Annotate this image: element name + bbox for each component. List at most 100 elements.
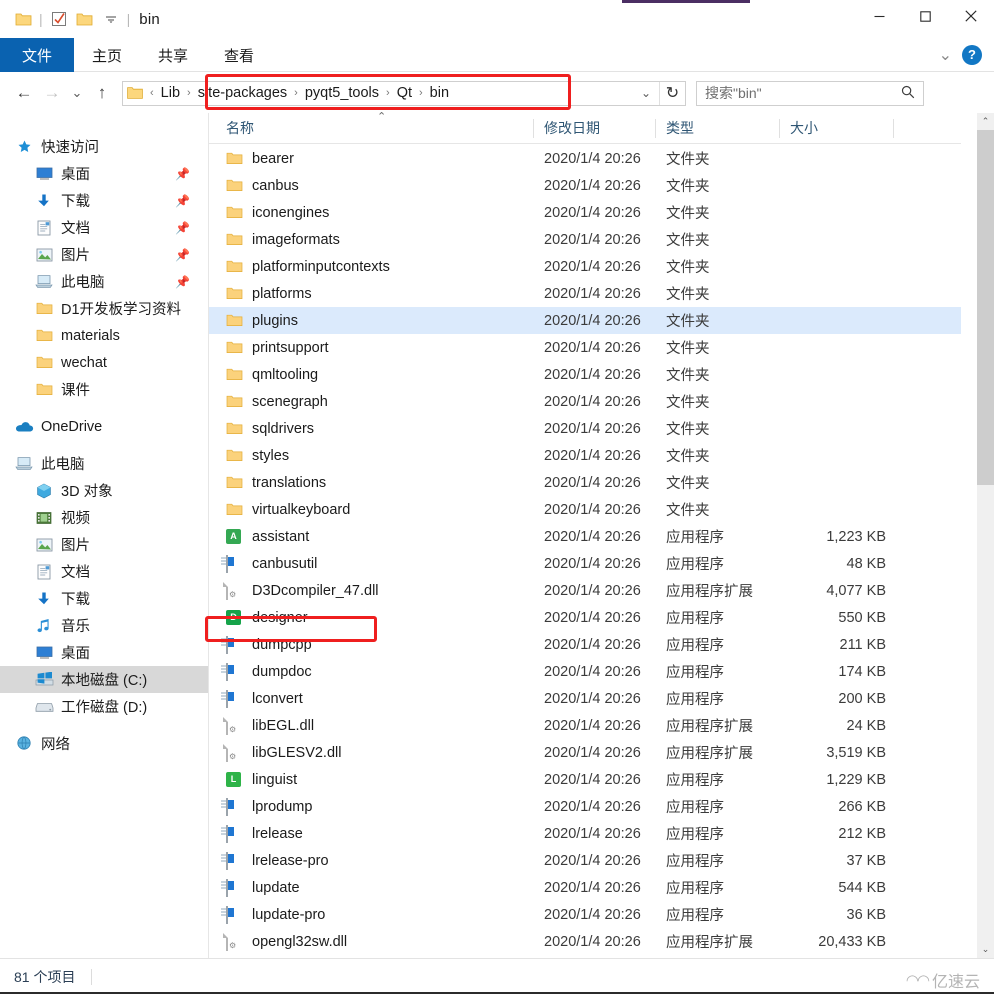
file-name-cell[interactable]: Llinguist [209, 771, 534, 788]
file-name-cell[interactable]: sqldrivers [209, 421, 534, 437]
file-name-cell[interactable]: dumpcpp [209, 635, 534, 654]
table-row[interactable]: lrelease-pro 2020/1/4 20:26 应用程序 37 KB [209, 847, 961, 874]
table-row[interactable]: scenegraph 2020/1/4 20:26 文件夹 [209, 388, 961, 415]
breadcrumb-separator[interactable]: › [382, 87, 394, 99]
sidebar-item-3[interactable]: 文档 📌 [0, 214, 208, 241]
table-row[interactable]: qmltooling 2020/1/4 20:26 文件夹 [209, 361, 961, 388]
table-row[interactable]: canbus 2020/1/4 20:26 文件夹 [209, 172, 961, 199]
file-name-cell[interactable]: Ddesigner [209, 609, 534, 626]
pin-icon[interactable]: 📌 [175, 167, 190, 181]
column-header-name[interactable]: 名称 ⌃ [209, 111, 534, 144]
table-row[interactable]: styles 2020/1/4 20:26 文件夹 [209, 442, 961, 469]
customize-dropdown-icon[interactable] [98, 6, 124, 32]
breadcrumb-item-qt[interactable]: Qt [394, 85, 415, 101]
column-header-size[interactable]: 大小 [780, 113, 894, 144]
pin-icon[interactable]: 📌 [175, 248, 190, 262]
file-name-cell[interactable]: translations [209, 475, 534, 491]
scroll-up-button[interactable]: ⌃ [977, 113, 994, 130]
file-name-cell[interactable]: bearer [209, 151, 534, 167]
table-row[interactable]: iconengines 2020/1/4 20:26 文件夹 [209, 199, 961, 226]
table-row[interactable]: opengl32sw.dll 2020/1/4 20:26 应用程序扩展 20,433… [209, 928, 961, 955]
folder-icon[interactable] [10, 6, 36, 32]
table-row[interactable]: sqldrivers 2020/1/4 20:26 文件夹 [209, 415, 961, 442]
scrollbar-thumb[interactable] [977, 130, 994, 485]
sidebar-item-8[interactable]: wechat [0, 349, 208, 376]
file-name-cell[interactable]: canbus [209, 178, 534, 194]
breadcrumb-item-bin[interactable]: bin [427, 85, 452, 101]
table-row[interactable]: lconvert 2020/1/4 20:26 应用程序 200 KB [209, 685, 961, 712]
table-row[interactable]: canbusutil 2020/1/4 20:26 应用程序 48 KB [209, 550, 961, 577]
table-row[interactable]: platforms 2020/1/4 20:26 文件夹 [209, 280, 961, 307]
magnifier-icon[interactable] [901, 85, 915, 102]
search-input[interactable]: 搜索"bin" [705, 83, 762, 103]
file-name-cell[interactable]: lupdate-pro [209, 905, 534, 924]
up-button[interactable]: ↑ [88, 79, 116, 107]
breadcrumb[interactable]: ‹ Lib › site-packages › pyqt5_tools › Qt… [122, 80, 686, 106]
sidebar-item-6[interactable]: D1开发板学习资料 [0, 295, 208, 322]
minimize-icon[interactable] [856, 0, 902, 32]
file-name-cell[interactable]: lrelease-pro [209, 851, 534, 870]
sidebar-item-7[interactable]: materials [0, 322, 208, 349]
table-row[interactable]: lupdate 2020/1/4 20:26 应用程序 544 KB [209, 874, 961, 901]
table-row[interactable]: Ddesigner 2020/1/4 20:26 应用程序 550 KB [209, 604, 961, 631]
sidebar-item-15[interactable]: 文档 [0, 558, 208, 585]
sidebar-item-16[interactable]: 下载 [0, 585, 208, 612]
table-row[interactable]: libGLESV2.dll 2020/1/4 20:26 应用程序扩展 3,519 K… [209, 739, 961, 766]
sidebar-item-10[interactable]: OneDrive [0, 413, 208, 440]
file-name-cell[interactable]: libGLESV2.dll [209, 743, 534, 762]
sidebar-item-9[interactable]: 课件 [0, 376, 208, 403]
address-dropdown-icon[interactable]: ⌄ [633, 86, 659, 100]
properties-checkbox-icon[interactable] [46, 6, 72, 32]
table-row[interactable]: Aassistant 2020/1/4 20:26 应用程序 1,223 KB [209, 523, 961, 550]
sidebar-item-4[interactable]: 图片 📌 [0, 241, 208, 268]
tab-view[interactable]: 查看 [206, 38, 272, 72]
table-row[interactable]: dumpcpp 2020/1/4 20:26 应用程序 211 KB [209, 631, 961, 658]
sidebar-item-13[interactable]: 视频 [0, 504, 208, 531]
file-name-cell[interactable]: dumpdoc [209, 662, 534, 681]
table-row[interactable]: virtualkeyboard 2020/1/4 20:26 文件夹 [209, 496, 961, 523]
file-name-cell[interactable]: iconengines [209, 205, 534, 221]
breadcrumb-item-pyqt5-tools[interactable]: pyqt5_tools [302, 85, 382, 101]
sidebar-item-21[interactable]: 网络 [0, 730, 208, 757]
table-row[interactable]: printsupport 2020/1/4 20:26 文件夹 [209, 334, 961, 361]
file-name-cell[interactable]: styles [209, 448, 534, 464]
tab-share[interactable]: 共享 [140, 38, 206, 72]
vertical-scrollbar[interactable]: ⌃ ⌄ [977, 113, 994, 958]
sidebar-item-20[interactable]: 工作磁盘 (D:) [0, 693, 208, 720]
table-row[interactable]: lrelease 2020/1/4 20:26 应用程序 212 KB [209, 820, 961, 847]
file-name-cell[interactable]: Aassistant [209, 528, 534, 545]
sidebar-item-11[interactable]: 此电脑 [0, 450, 208, 477]
sidebar-item-17[interactable]: 音乐 [0, 612, 208, 639]
file-name-cell[interactable]: lconvert [209, 689, 534, 708]
file-name-cell[interactable]: D3Dcompiler_47.dll [209, 581, 534, 600]
maximize-icon[interactable] [902, 0, 948, 32]
table-row[interactable]: translations 2020/1/4 20:26 文件夹 [209, 469, 961, 496]
sidebar-item-14[interactable]: 图片 [0, 531, 208, 558]
sidebar-item-5[interactable]: 此电脑 📌 [0, 268, 208, 295]
breadcrumb-separator[interactable]: › [290, 87, 302, 99]
help-button[interactable]: ? [962, 44, 982, 65]
file-name-cell[interactable]: platforminputcontexts [209, 259, 534, 275]
breadcrumb-separator[interactable]: › [183, 87, 195, 99]
file-name-cell[interactable]: lupdate [209, 878, 534, 897]
refresh-icon[interactable]: ↻ [659, 81, 685, 105]
scroll-down-button[interactable]: ⌄ [977, 941, 994, 958]
table-row[interactable]: lupdate-pro 2020/1/4 20:26 应用程序 36 KB [209, 901, 961, 928]
pin-icon[interactable]: 📌 [175, 221, 190, 235]
breadcrumb-item-lib[interactable]: Lib [158, 85, 183, 101]
sidebar-item-19[interactable]: 本地磁盘 (C:) [0, 666, 208, 693]
breadcrumb-item-site-packages[interactable]: site-packages [195, 85, 290, 101]
tab-file[interactable]: 文件 [0, 38, 75, 72]
file-name-cell[interactable]: platforms [209, 286, 534, 302]
file-name-cell[interactable]: printsupport [209, 340, 534, 356]
file-name-cell[interactable]: plugins [209, 313, 534, 329]
file-name-cell[interactable]: virtualkeyboard [209, 502, 534, 518]
breadcrumb-separator[interactable]: › [415, 87, 427, 99]
table-row[interactable]: bearer 2020/1/4 20:26 文件夹 [209, 145, 961, 172]
file-name-cell[interactable]: lrelease [209, 824, 534, 843]
close-icon[interactable] [948, 0, 994, 32]
sidebar-item-2[interactable]: 下载 📌 [0, 187, 208, 214]
file-name-cell[interactable]: canbusutil [209, 554, 534, 573]
file-name-cell[interactable]: imageformats [209, 232, 534, 248]
forward-button[interactable]: → [38, 79, 66, 107]
